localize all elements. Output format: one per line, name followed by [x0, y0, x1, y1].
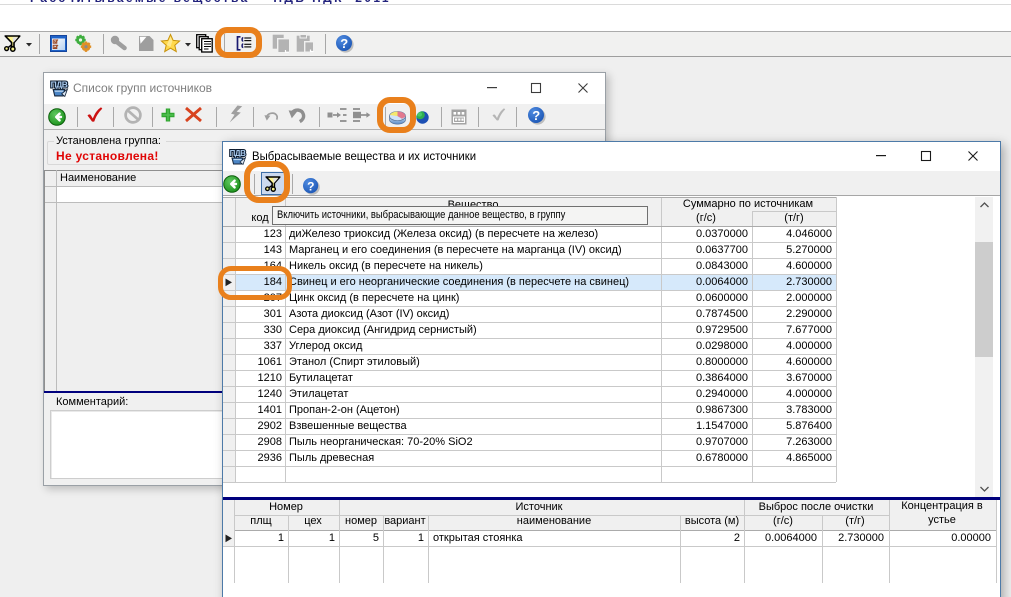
svg-text:?: ? [340, 36, 348, 51]
svg-text:?: ? [532, 108, 540, 123]
svg-text:ПДВ: ПДВ [230, 149, 246, 158]
svg-text:?: ? [307, 179, 314, 193]
svg-text:ПДВ: ПДВ [51, 79, 68, 89]
